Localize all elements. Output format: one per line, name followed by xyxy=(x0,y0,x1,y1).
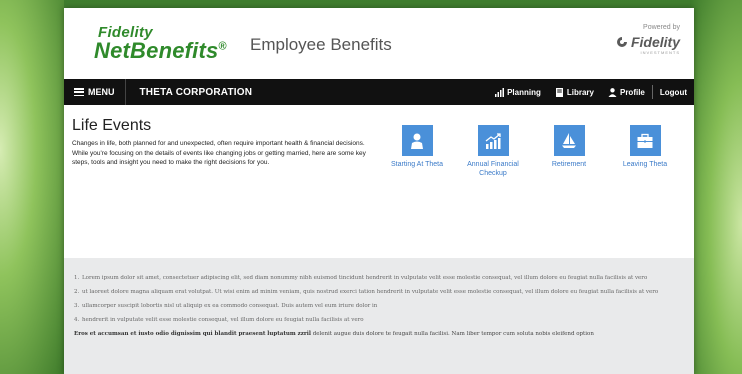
tile-icon-box xyxy=(629,125,661,156)
book-icon xyxy=(555,87,563,97)
tile-icon-box xyxy=(477,125,509,156)
nav-profile-label: Profile xyxy=(619,87,645,97)
tile-label: Annual Financial Checkup xyxy=(467,161,519,177)
registered-mark: ® xyxy=(218,40,227,53)
hamburger-icon xyxy=(74,88,84,96)
fidelity-sub-text: INVESTMENTS xyxy=(640,50,680,55)
tile-annual-financial-checkup[interactable]: Annual Financial Checkup xyxy=(456,125,530,178)
tile-icon-box xyxy=(401,125,433,156)
info-paragraph-rest: delenit augue duis dolore te feugait nul… xyxy=(310,331,594,337)
life-events-title: Life Events xyxy=(72,117,152,134)
list-text: ut laoreet dolore magna aliquam erat vol… xyxy=(82,289,659,295)
list-number: 3. xyxy=(74,303,80,309)
fidelity-logo-text: Fidelity xyxy=(630,34,680,50)
nav-profile[interactable]: Profile xyxy=(601,79,652,105)
fidelity-logo: Fidelity xyxy=(616,34,680,50)
list-item: 4. hendrerit in vulputate velit esse mol… xyxy=(74,316,680,324)
list-text: ullamcorper suscipit lobortis nisl ut al… xyxy=(82,303,378,309)
info-list: 1. Lorem ipsum dolor sit amet, consectet… xyxy=(74,274,680,324)
list-item: 1. Lorem ipsum dolor sit amet, consectet… xyxy=(74,274,680,282)
briefcase-icon xyxy=(637,133,653,148)
page-title: Employee Benefits xyxy=(250,35,392,54)
nav-library-label: Library xyxy=(566,87,594,97)
powered-by-label: Powered by xyxy=(643,24,680,31)
sailboat-icon xyxy=(562,132,576,148)
nav-library[interactable]: Library xyxy=(548,79,601,105)
list-number: 1. xyxy=(74,275,80,281)
tile-label: Starting At Theta xyxy=(390,161,443,168)
tile-label: Leaving Theta xyxy=(622,161,668,168)
background-right xyxy=(690,0,742,374)
nav-logout[interactable]: Logout xyxy=(653,79,694,105)
powered-by: Powered by Fidelity INVESTMENTS xyxy=(616,24,680,55)
nav-logout-label: Logout xyxy=(659,87,687,97)
logo-bottom-word: NetBenefits xyxy=(94,38,219,63)
list-item: 2. ut laoreet dolore magna aliquam erat … xyxy=(74,288,680,296)
background-left xyxy=(0,0,64,374)
info-section: 1. Lorem ipsum dolor sit amet, consectet… xyxy=(64,258,694,374)
person-icon xyxy=(608,87,617,97)
tile-icon-box xyxy=(553,125,585,156)
growth-chart-icon xyxy=(485,132,501,149)
list-number: 2. xyxy=(74,289,80,295)
person-icon xyxy=(411,133,423,149)
menu-label: MENU xyxy=(88,87,115,97)
brand-header: Fidelity NetBenefits® Employee Benefits … xyxy=(64,8,694,79)
list-item: 3. ullamcorper suscipit lobortis nisl ut… xyxy=(74,302,680,310)
list-number: 4. xyxy=(74,317,80,323)
tile-leaving-theta[interactable]: Leaving Theta xyxy=(608,125,682,178)
netbenefits-logo[interactable]: Fidelity NetBenefits® xyxy=(94,25,227,62)
nav-planning[interactable]: Planning xyxy=(488,79,548,105)
company-name: THETA CORPORATION xyxy=(139,86,253,98)
fidelity-mark-icon xyxy=(616,37,627,47)
tile-label: Retirement xyxy=(551,161,587,168)
list-text: hendrerit in vulputate velit esse molest… xyxy=(82,317,364,323)
list-text: Lorem ipsum dolor sit amet, consectetuer… xyxy=(82,275,648,281)
life-events-section: Life Events Changes in life, both planne… xyxy=(64,105,694,258)
info-paragraph: Eros et accumsan et iusto odio dignissim… xyxy=(74,330,680,338)
tile-retirement[interactable]: Retirement xyxy=(532,125,606,178)
info-paragraph-bold: Eros et accumsan et iusto odio dignissim… xyxy=(74,331,311,337)
tile-starting-at-theta[interactable]: Starting At Theta xyxy=(380,125,454,178)
page-container: Fidelity NetBenefits® Employee Benefits … xyxy=(64,8,694,374)
logo-bottom-text: NetBenefits® xyxy=(94,40,227,62)
nav-planning-label: Planning xyxy=(507,87,541,97)
bar-chart-icon xyxy=(495,87,505,97)
life-event-tiles: Starting At Theta Annual Financial Check… xyxy=(380,125,684,178)
screen-frame: Fidelity NetBenefits® Employee Benefits … xyxy=(0,0,742,374)
nav-links: Planning Library Profile Logout xyxy=(488,79,694,105)
menu-button[interactable]: MENU xyxy=(64,79,126,105)
life-events-description: Changes in life, both planned for and un… xyxy=(72,140,366,166)
top-navbar: MENU THETA CORPORATION Planning Library … xyxy=(64,79,694,105)
